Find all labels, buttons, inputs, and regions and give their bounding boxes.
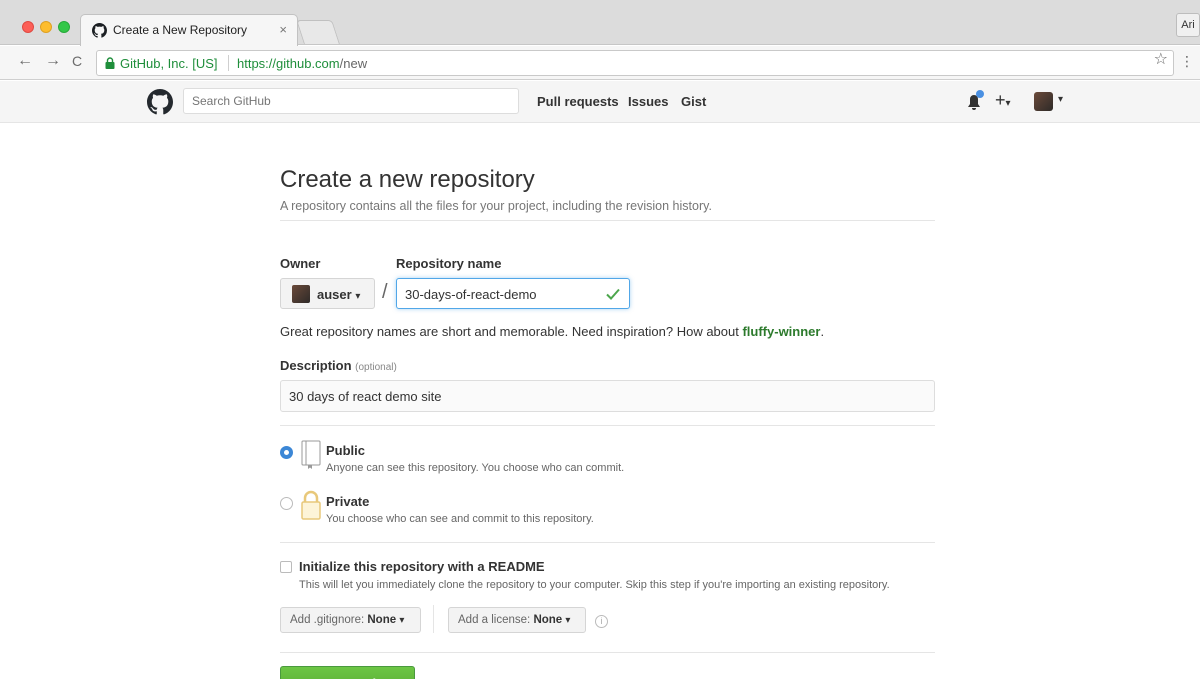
divider bbox=[280, 652, 935, 653]
readme-desc: This will let you immediately clone the … bbox=[299, 579, 890, 591]
divider bbox=[280, 542, 935, 543]
gitignore-value: None bbox=[367, 614, 397, 626]
new-tab-button[interactable] bbox=[296, 20, 340, 44]
browser-menu-icon[interactable]: ⋮ bbox=[1180, 53, 1194, 70]
description-label: Description (optional) bbox=[280, 358, 397, 373]
nav-gist[interactable]: Gist bbox=[681, 94, 706, 109]
lock-icon bbox=[105, 57, 115, 69]
owner-label: Owner bbox=[280, 256, 321, 271]
repo-name-label: Repository name bbox=[396, 256, 502, 271]
divider bbox=[280, 220, 935, 221]
back-icon[interactable]: ← bbox=[17, 52, 33, 70]
private-radio[interactable] bbox=[280, 497, 293, 510]
description-input[interactable]: 30 days of react demo site bbox=[280, 380, 935, 412]
github-favicon-icon bbox=[92, 23, 107, 38]
chevron-down-icon: ▾ bbox=[399, 615, 405, 626]
tab-title: Create a New Repository bbox=[113, 23, 248, 37]
chevron-down-icon: ▾ bbox=[355, 291, 361, 302]
name-hint: Great repository names are short and mem… bbox=[280, 324, 825, 339]
public-title: Public bbox=[326, 443, 366, 458]
url-field[interactable]: GitHub, Inc. [US] https://github.com/new bbox=[96, 50, 1174, 76]
private-desc: You choose who can see and commit to thi… bbox=[326, 513, 594, 525]
readme-checkbox[interactable] bbox=[280, 561, 292, 573]
chevron-down-icon: ▾ bbox=[565, 615, 571, 626]
user-avatar[interactable] bbox=[1034, 92, 1053, 111]
repository-name-input[interactable]: 30-days-of-react-demo bbox=[396, 278, 630, 309]
maximize-window-button[interactable] bbox=[58, 21, 70, 33]
nav-pull-requests[interactable]: Pull requests bbox=[537, 94, 619, 109]
page-title: Create a new repository bbox=[280, 166, 535, 193]
owner-repo-separator: / bbox=[382, 281, 388, 303]
nav-issues[interactable]: Issues bbox=[628, 94, 668, 109]
github-logo-icon[interactable] bbox=[147, 89, 173, 115]
bookmark-star-icon[interactable]: ☆ bbox=[1154, 49, 1168, 69]
url-host: https://github.com bbox=[237, 56, 340, 71]
public-desc: Anyone can see this repository. You choo… bbox=[326, 462, 625, 474]
license-select[interactable]: Add a license: None ▾ bbox=[448, 607, 586, 633]
url-path: /new bbox=[339, 56, 368, 71]
github-header: Pull requests Issues Gist +▾ ▾ bbox=[0, 81, 1200, 123]
readme-title: Initialize this repository with a README bbox=[299, 559, 545, 574]
owner-select[interactable]: auser ▾ bbox=[280, 278, 375, 309]
info-icon[interactable]: i bbox=[595, 615, 608, 628]
create-new-icon[interactable]: +▾ bbox=[995, 90, 1011, 111]
page-subtitle: A repository contains all the files for … bbox=[280, 199, 712, 213]
owner-value: auser ▾ bbox=[317, 287, 361, 302]
name-suggestion-link[interactable]: fluffy-winner bbox=[742, 324, 820, 339]
minimize-window-button[interactable] bbox=[40, 21, 52, 33]
close-window-button[interactable] bbox=[22, 21, 34, 33]
repository-name-value: 30-days-of-react-demo bbox=[405, 287, 537, 302]
create-repository-button[interactable]: Create repository bbox=[280, 666, 415, 679]
plus-label: + bbox=[995, 90, 1006, 110]
forward-icon[interactable]: → bbox=[45, 52, 61, 70]
notifications-bell-icon[interactable] bbox=[964, 89, 986, 113]
optional-label: (optional) bbox=[355, 362, 397, 373]
address-bar: ← → C GitHub, Inc. [US] https://github.c… bbox=[0, 46, 1200, 80]
chevron-down-icon: ▾ bbox=[1005, 98, 1011, 109]
search-input[interactable] bbox=[183, 88, 519, 114]
divider bbox=[280, 425, 935, 426]
secure-label: GitHub, Inc. [US] bbox=[120, 56, 218, 71]
browser-tab[interactable]: Create a New Repository × bbox=[80, 14, 298, 46]
gitignore-select[interactable]: Add .gitignore: None ▾ bbox=[280, 607, 421, 633]
public-radio[interactable] bbox=[280, 446, 293, 459]
license-value: None bbox=[533, 614, 563, 626]
divider bbox=[433, 605, 434, 633]
reload-icon[interactable]: C bbox=[72, 53, 82, 69]
lock-icon bbox=[301, 490, 321, 520]
url-divider bbox=[228, 55, 229, 71]
profile-button[interactable]: Ari bbox=[1176, 13, 1200, 37]
owner-avatar bbox=[292, 285, 310, 303]
url-text: https://github.com/new bbox=[237, 56, 367, 71]
check-icon bbox=[606, 288, 620, 300]
tab-close-icon[interactable]: × bbox=[279, 22, 287, 37]
chevron-down-icon[interactable]: ▾ bbox=[1058, 94, 1063, 105]
browser-tab-bar: Create a New Repository × Ari bbox=[0, 0, 1200, 46]
private-title: Private bbox=[326, 494, 370, 509]
repo-book-icon bbox=[301, 440, 321, 469]
